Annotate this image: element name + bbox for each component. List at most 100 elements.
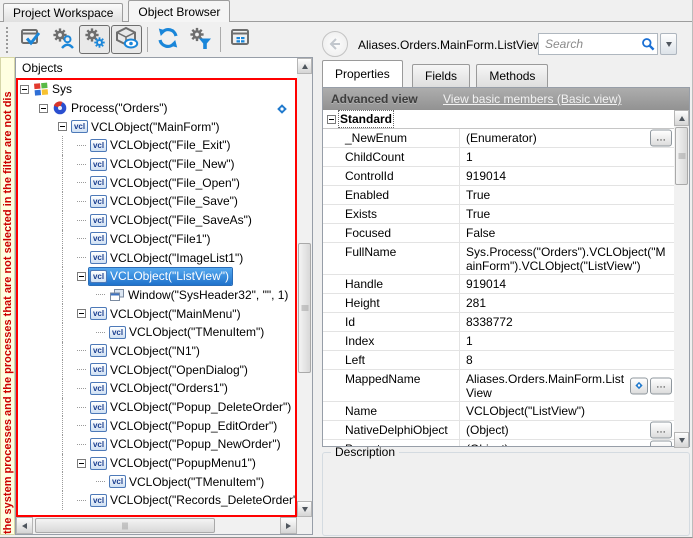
tree-vscroll-thumb[interactable] <box>298 243 311 373</box>
tab-methods[interactable]: Methods <box>476 64 548 87</box>
ellipsis-button[interactable]: … <box>650 441 672 447</box>
window-panel-button[interactable] <box>225 25 256 54</box>
tree-item[interactable]: vclVCLObject("Records_DeleteOrder") <box>18 491 295 510</box>
tree-expander[interactable] <box>58 122 67 131</box>
property-row[interactable]: ExistsTrue <box>323 205 674 224</box>
search-icon[interactable] <box>641 37 655 54</box>
cube-eye-button[interactable] <box>111 25 142 54</box>
tree-item[interactable]: vclVCLObject("File_Save") <box>18 192 295 211</box>
tree-item[interactable]: vclVCLObject("N1") <box>18 342 295 361</box>
property-row[interactable]: ControlId919014 <box>323 167 674 186</box>
property-row[interactable]: NativeDelphiObject(Object)… <box>323 421 674 440</box>
property-row[interactable]: ChildCount1 <box>323 148 674 167</box>
property-row[interactable]: Parent(Object)… <box>323 440 674 446</box>
ellipsis-button[interactable]: … <box>650 422 672 439</box>
tree-item-body[interactable]: vclVCLObject("Records_DeleteOrder") <box>89 492 295 509</box>
tree-item-body[interactable]: vclVCLObject("TMenuItem") <box>108 324 267 341</box>
tree-item-body[interactable]: vclVCLObject("File_Open") <box>89 174 243 191</box>
tree-item[interactable]: Sys <box>18 80 295 99</box>
property-row[interactable]: Id8338772 <box>323 313 674 332</box>
tree-item-body[interactable]: vclVCLObject("MainForm") <box>70 118 223 135</box>
tree-item-body[interactable]: vclVCLObject("Popup_NewOrder") <box>89 436 284 453</box>
grid-vertical-scrollbar[interactable] <box>674 110 689 448</box>
property-row[interactable]: Left8 <box>323 351 674 370</box>
property-row[interactable]: MappedNameAliases.Orders.MainForm.ListVi… <box>323 370 674 402</box>
grid-scroll-down-button[interactable] <box>674 432 689 448</box>
tree-expander[interactable] <box>77 459 86 468</box>
tab-object-browser[interactable]: Object Browser <box>128 0 230 22</box>
tree-item-body[interactable]: vclVCLObject("Popup_DeleteOrder") <box>89 399 294 416</box>
tree-item-body[interactable]: vclVCLObject("PopupMenu1") <box>89 455 259 472</box>
back-button[interactable] <box>322 31 348 57</box>
tree-item[interactable]: vclVCLObject("ListView") <box>18 267 295 286</box>
scroll-up-button[interactable] <box>297 58 312 74</box>
tree-item[interactable]: vclVCLObject("File_Open") <box>18 173 295 192</box>
basic-view-link[interactable]: View basic members (Basic view) <box>443 92 622 106</box>
grid-scroll-up-button[interactable] <box>674 110 689 126</box>
property-row[interactable]: FullNameSys.Process("Orders").VCLObject(… <box>323 243 674 275</box>
tab-project-workspace[interactable]: Project Workspace <box>3 3 123 22</box>
tree-item-body[interactable]: vclVCLObject("File_Save") <box>89 193 241 210</box>
property-row[interactable]: EnabledTrue <box>323 186 674 205</box>
tree-item[interactable]: vclVCLObject("Popup_EditOrder") <box>18 416 295 435</box>
tree-item-body[interactable]: vclVCLObject("OpenDialog") <box>89 361 251 378</box>
tree-item[interactable]: Window("SysHeader32", "", 1) <box>18 286 295 305</box>
tree-horizontal-scrollbar[interactable] <box>16 517 297 534</box>
tree-item[interactable]: vclVCLObject("Orders1") <box>18 379 295 398</box>
tree-item-body[interactable]: Window("SysHeader32", "", 1) <box>108 286 291 303</box>
tree-item[interactable]: vclVCLObject("Popup_NewOrder") <box>18 435 295 454</box>
ellipsis-button[interactable]: … <box>650 377 672 394</box>
tree-item-body[interactable]: vclVCLObject("ListView") <box>89 268 232 285</box>
tree-item[interactable]: vclVCLObject("MainMenu") <box>18 304 295 323</box>
tree-item[interactable]: vclVCLObject("TMenuItem") <box>18 323 295 342</box>
gears-button[interactable] <box>79 25 110 54</box>
tree-vertical-scrollbar[interactable] <box>297 58 312 517</box>
tree-item[interactable]: vclVCLObject("Popup_DeleteOrder") <box>18 398 295 417</box>
tree-item-body[interactable]: vclVCLObject("TMenuItem") <box>108 473 267 490</box>
property-row[interactable]: Height281 <box>323 294 674 313</box>
window-check-button[interactable] <box>15 25 46 54</box>
tree-item-body[interactable]: vclVCLObject("N1") <box>89 342 203 359</box>
tree-item-body[interactable]: Sys <box>32 81 75 98</box>
tree-expander[interactable] <box>77 309 86 318</box>
toolbar-grip-handle[interactable] <box>6 27 9 53</box>
tree-item[interactable]: vclVCLObject("File_Exit") <box>18 136 295 155</box>
tree-expander[interactable] <box>20 85 29 94</box>
property-row[interactable]: FocusedFalse <box>323 224 674 243</box>
scroll-left-button[interactable] <box>16 517 33 534</box>
category-row[interactable]: Standard <box>323 110 674 129</box>
tree-item-body[interactable]: vclVCLObject("File_SaveAs") <box>89 212 255 229</box>
tree-expander[interactable] <box>39 104 48 113</box>
tree-item-body[interactable]: vclVCLObject("File_Exit") <box>89 137 234 154</box>
tree-item-body[interactable]: Process("Orders") <box>51 100 171 117</box>
grid-vscroll-thumb[interactable] <box>675 127 688 185</box>
finder-button[interactable] <box>630 377 648 394</box>
search-options-dropdown[interactable] <box>660 33 677 55</box>
gear-user-button[interactable] <box>47 25 78 54</box>
tree-item[interactable]: vclVCLObject("File_New") <box>18 155 295 174</box>
tree-item-body[interactable]: vclVCLObject("MainMenu") <box>89 305 244 322</box>
property-row[interactable]: Handle919014 <box>323 275 674 294</box>
tree-item[interactable]: vclVCLObject("TMenuItem") <box>18 472 295 491</box>
tree-hscroll-thumb[interactable] <box>35 518 215 533</box>
property-row[interactable]: NameVCLObject("ListView") <box>323 402 674 421</box>
ellipsis-button[interactable]: … <box>650 130 672 147</box>
tree-item[interactable]: vclVCLObject("OpenDialog") <box>18 360 295 379</box>
tree-item[interactable]: Process("Orders") <box>18 99 295 118</box>
tab-properties[interactable]: Properties <box>322 60 403 87</box>
refresh-button[interactable] <box>152 25 183 54</box>
tree-item-body[interactable]: vclVCLObject("File1") <box>89 230 214 247</box>
tab-fields[interactable]: Fields <box>412 64 470 87</box>
tree-item[interactable]: vclVCLObject("ImageList1") <box>18 248 295 267</box>
scroll-right-button[interactable] <box>280 517 297 534</box>
tree-item-body[interactable]: vclVCLObject("ImageList1") <box>89 249 246 266</box>
tree-item[interactable]: vclVCLObject("File_SaveAs") <box>18 211 295 230</box>
search-input[interactable] <box>538 33 658 55</box>
tree-item[interactable]: vclVCLObject("File1") <box>18 230 295 249</box>
category-expander[interactable] <box>327 115 336 124</box>
property-row[interactable]: Index1 <box>323 332 674 351</box>
tree-item-body[interactable]: vclVCLObject("Popup_EditOrder") <box>89 417 280 434</box>
gear-filter-button[interactable] <box>184 25 215 54</box>
tree-item[interactable]: vclVCLObject("MainForm") <box>18 117 295 136</box>
tree-item[interactable]: vclVCLObject("PopupMenu1") <box>18 454 295 473</box>
